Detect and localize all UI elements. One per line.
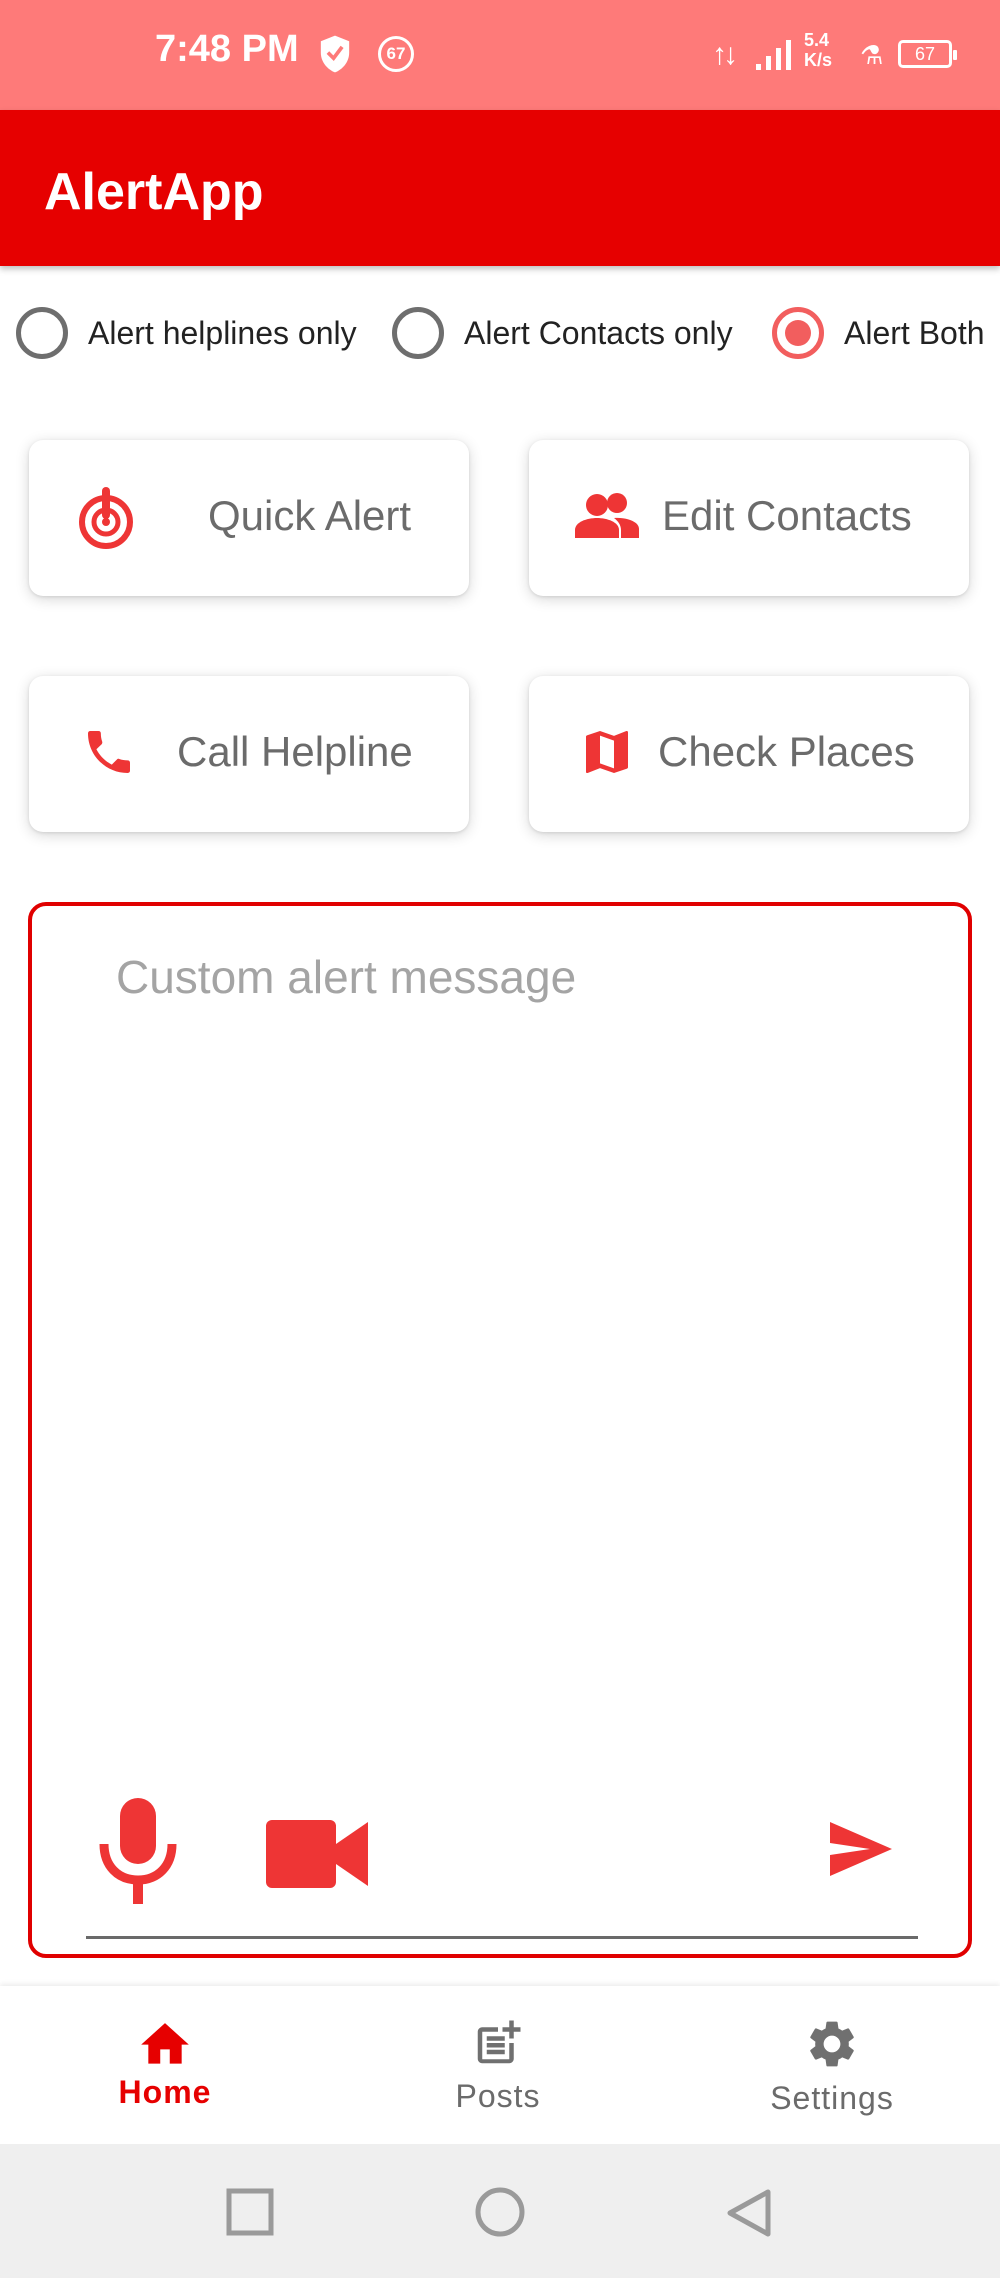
input-underline bbox=[86, 1936, 918, 1939]
radio-button-checked[interactable] bbox=[772, 307, 824, 359]
custom-alert-message-input[interactable] bbox=[116, 950, 916, 1850]
call-helpline-label: Call Helpline bbox=[177, 728, 413, 775]
app-title: AlertApp bbox=[44, 163, 264, 221]
system-navigation-bar bbox=[0, 2144, 1000, 2278]
alert-target-icon bbox=[75, 485, 137, 554]
nav-item-home[interactable]: Home bbox=[45, 1986, 285, 2144]
network-speed-unit: K/s bbox=[804, 50, 833, 70]
check-places-label: Check Places bbox=[658, 728, 915, 775]
radio-button[interactable] bbox=[16, 307, 68, 359]
call-helpline-button[interactable]: Call Helpline bbox=[29, 676, 469, 832]
radio-label: Alert Both bbox=[844, 314, 985, 351]
radio-alert-contacts-only[interactable]: Alert Contacts only bbox=[392, 296, 733, 370]
people-icon bbox=[575, 492, 639, 543]
signal-icon bbox=[752, 32, 796, 77]
radio-alert-helplines-only[interactable]: Alert helplines only bbox=[16, 296, 357, 370]
nav-label: Home bbox=[118, 2074, 212, 2110]
edit-contacts-button[interactable]: Edit Contacts bbox=[529, 440, 969, 596]
radio-label: Alert Contacts only bbox=[464, 314, 733, 351]
microphone-icon[interactable] bbox=[98, 1798, 178, 1911]
back-triangle-icon[interactable] bbox=[726, 2188, 772, 2243]
app-screen: 7:48 PM 67 ↑↓ 5.4 K/s ⚗ 67 AlertApp Aler… bbox=[0, 0, 1000, 2278]
map-icon bbox=[579, 724, 635, 785]
status-bar: 7:48 PM 67 ↑↓ 5.4 K/s ⚗ 67 bbox=[0, 0, 1000, 110]
network-speed: 5.4 K/s bbox=[804, 30, 832, 70]
edit-contacts-label: Edit Contacts bbox=[662, 492, 912, 539]
nav-label: Settings bbox=[770, 2080, 894, 2116]
alert-mode-radio-group: Alert helplines only Alert Contacts only… bbox=[0, 296, 1000, 376]
phone-icon bbox=[81, 724, 137, 785]
radio-button[interactable] bbox=[392, 307, 444, 359]
post-add-icon bbox=[378, 2016, 618, 2070]
check-places-button[interactable]: Check Places bbox=[529, 676, 969, 832]
custom-message-box bbox=[28, 902, 972, 1958]
flask-icon: ⚗ bbox=[860, 40, 884, 70]
recent-apps-icon[interactable] bbox=[226, 2188, 274, 2241]
nav-label: Posts bbox=[455, 2078, 541, 2114]
radio-alert-both[interactable]: Alert Both bbox=[772, 296, 985, 370]
battery-indicator: 67 bbox=[898, 40, 957, 68]
send-icon[interactable] bbox=[830, 1822, 892, 1881]
quick-alert-label: Quick Alert bbox=[208, 492, 412, 539]
shield-icon bbox=[318, 34, 352, 79]
bottom-navigation: Home Posts Settings bbox=[0, 1986, 1000, 2144]
home-icon bbox=[45, 2016, 285, 2066]
app-bar: AlertApp bbox=[0, 110, 1000, 266]
notification-count-badge: 67 bbox=[378, 36, 414, 72]
video-camera-icon[interactable] bbox=[266, 1820, 368, 1893]
nav-item-posts[interactable]: Posts bbox=[378, 1986, 618, 2144]
home-circle-icon[interactable] bbox=[474, 2186, 526, 2243]
gear-icon bbox=[712, 2016, 952, 2072]
data-transfer-icon: ↑↓ bbox=[712, 38, 738, 71]
nav-item-settings[interactable]: Settings bbox=[712, 1986, 952, 2144]
status-time: 7:48 PM bbox=[155, 28, 299, 70]
radio-label: Alert helplines only bbox=[88, 314, 357, 351]
network-speed-value: 5.4 bbox=[804, 30, 830, 50]
quick-alert-button[interactable]: Quick Alert bbox=[29, 440, 469, 596]
